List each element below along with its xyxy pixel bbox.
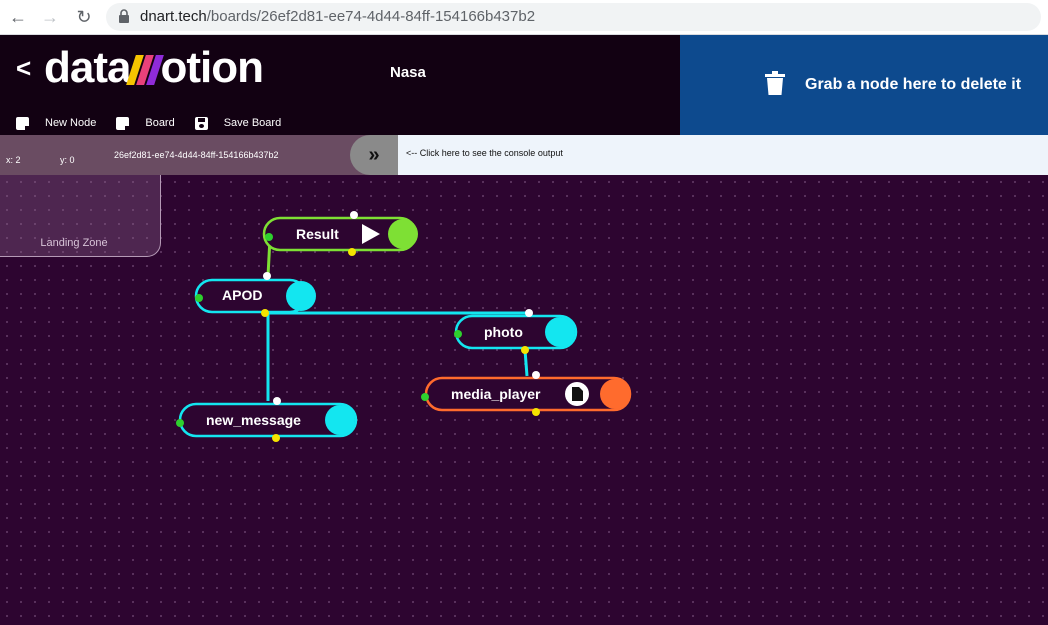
save-icon bbox=[194, 116, 208, 130]
url-host: dnart.tech bbox=[140, 8, 207, 25]
url-text: dnart.tech/boards/26ef2d81-ee74-4d44-84f… bbox=[140, 8, 535, 25]
back-chevron-icon[interactable]: < bbox=[16, 53, 31, 84]
save-board-button[interactable]: Save Board bbox=[194, 116, 282, 130]
save-board-label: Save Board bbox=[223, 117, 282, 129]
board-id: 26ef2d81-ee74-4d44-84ff-154166b437b2 bbox=[114, 150, 279, 160]
url-path: /boards/26ef2d81-ee74-4d44-84ff-154166b4… bbox=[206, 8, 536, 25]
node-new-message-label: new_message bbox=[206, 412, 301, 428]
lock-icon bbox=[119, 9, 129, 23]
toolbar: New Node Board Save Board bbox=[16, 114, 301, 132]
app-header: < data otion Nasa New Node Board Save Boa… bbox=[0, 35, 680, 135]
y-coordinate: y: 0 bbox=[60, 155, 75, 165]
new-node-button[interactable]: New Node bbox=[16, 116, 97, 130]
board-label: Board bbox=[145, 117, 175, 129]
landing-zone-label: Landing Zone bbox=[40, 237, 108, 249]
x-coordinate: x: 2 bbox=[6, 155, 21, 165]
logo: data otion bbox=[44, 43, 264, 93]
back-arrow-icon[interactable]: ← bbox=[8, 7, 28, 27]
console-toggle-button[interactable]: » bbox=[350, 135, 398, 175]
console-hint: <-- Click here to see the console output bbox=[406, 148, 563, 158]
logo-prefix: data bbox=[44, 43, 131, 92]
trash-icon bbox=[765, 71, 785, 95]
console-panel[interactable]: <-- Click here to see the console output bbox=[398, 135, 1048, 175]
delete-dropzone-label: Grab a node here to delete it bbox=[805, 76, 1022, 93]
board-title: Nasa bbox=[390, 64, 426, 81]
node-apod-label: APOD bbox=[222, 287, 263, 303]
address-bar[interactable]: dnart.tech/boards/26ef2d81-ee74-4d44-84f… bbox=[106, 3, 1041, 31]
board-icon bbox=[116, 116, 130, 130]
reload-icon[interactable]: ↻ bbox=[74, 7, 94, 27]
landing-zone[interactable]: Landing Zone bbox=[0, 175, 161, 257]
new-node-label: New Node bbox=[45, 117, 97, 129]
board-button[interactable]: Board bbox=[116, 116, 175, 130]
node-result-label: Result bbox=[296, 226, 339, 242]
double-chevron-right-icon: » bbox=[368, 143, 380, 166]
status-bar: x: 2 y: 0 26ef2d81-ee74-4d44-84ff-154166… bbox=[0, 135, 398, 175]
node-photo-label: photo bbox=[484, 324, 523, 340]
browser-toolbar: ← → ↻ dnart.tech/boards/26ef2d81-ee74-4d… bbox=[0, 0, 1048, 35]
node-media-player-label: media_player bbox=[451, 386, 541, 402]
logo-suffix: otion bbox=[160, 43, 264, 92]
new-node-icon bbox=[16, 116, 29, 130]
delete-dropzone[interactable]: Grab a node here to delete it bbox=[680, 35, 1048, 135]
forward-arrow-icon[interactable]: → bbox=[40, 7, 60, 27]
